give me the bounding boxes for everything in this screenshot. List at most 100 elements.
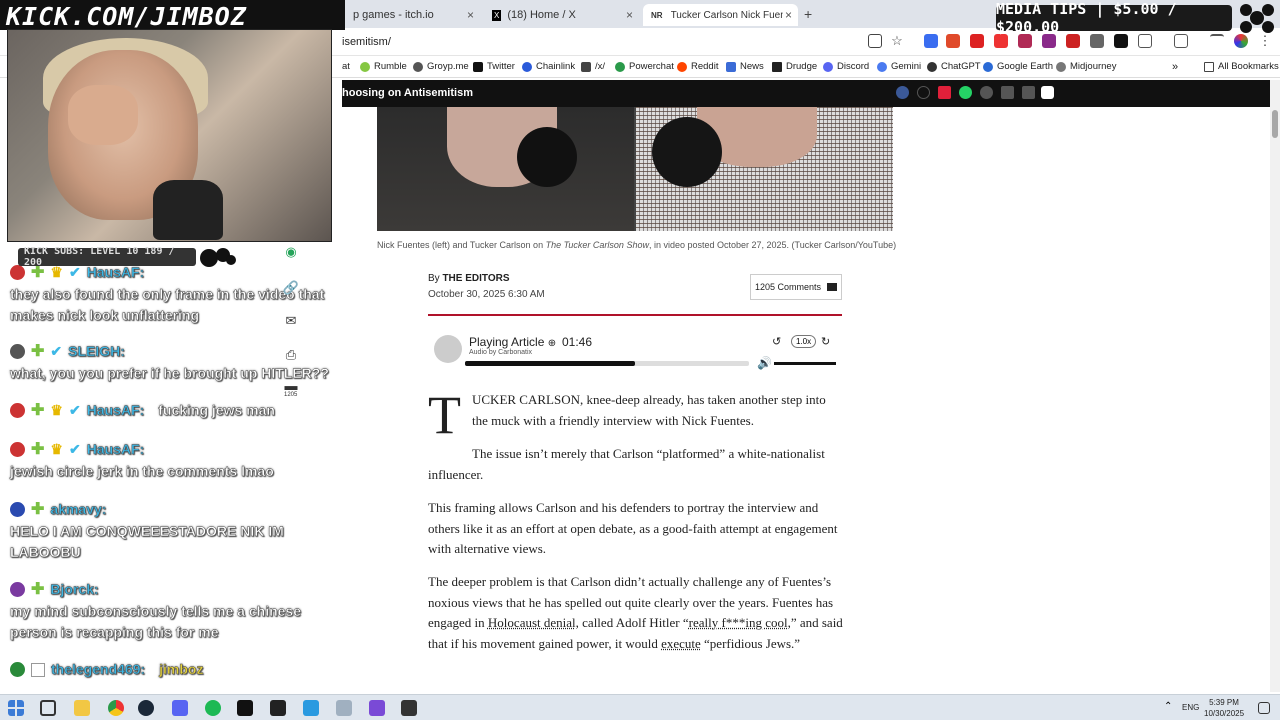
- task-view-icon[interactable]: [40, 700, 56, 716]
- reading-list-icon[interactable]: [1210, 34, 1224, 48]
- telegram-icon[interactable]: [303, 700, 319, 716]
- media-control-icon[interactable]: [1174, 34, 1188, 48]
- link-share-icon[interactable]: [980, 86, 993, 99]
- print-share-icon[interactable]: [1022, 86, 1035, 99]
- extensions-puzzle-icon[interactable]: [1138, 34, 1152, 48]
- powerchat-icon: [615, 61, 625, 72]
- install-icon[interactable]: [868, 34, 882, 48]
- chat-message-text: fucking jews man: [158, 402, 275, 418]
- language-indicator[interactable]: ENG: [1182, 703, 1199, 712]
- close-icon[interactable]: ×: [467, 8, 474, 22]
- tab-x-home[interactable]: X (18) Home / X ×: [484, 4, 639, 26]
- tray-chevron-icon[interactable]: ⌃: [1164, 701, 1172, 712]
- app-icon[interactable]: [270, 700, 286, 716]
- extension-icon[interactable]: [946, 34, 960, 48]
- execute-link[interactable]: execute: [661, 636, 701, 651]
- bookmark-star-icon[interactable]: ☆: [890, 34, 904, 48]
- rewind-icon[interactable]: ↺: [772, 335, 781, 348]
- bookmark-google-earth[interactable]: Google Earth: [983, 61, 1053, 72]
- extension-icon[interactable]: [924, 34, 938, 48]
- bookmark-drudge[interactable]: Drudge: [772, 61, 817, 72]
- tab-active-article[interactable]: NR Tucker Carlson Nick Fuentes Int ×: [643, 4, 798, 26]
- audio-progress-bar[interactable]: [465, 361, 749, 366]
- bookmark-chainlink[interactable]: Chainlink: [522, 61, 575, 72]
- new-tab-button[interactable]: +: [804, 6, 812, 22]
- discord-icon[interactable]: [172, 700, 188, 716]
- tab-itch[interactable]: p games - itch.io ×: [345, 4, 480, 26]
- bookmark-chatgpt[interactable]: ChatGPT: [927, 61, 981, 72]
- app-icon[interactable]: [401, 700, 417, 716]
- print-side-icon[interactable]: ⎙: [282, 347, 300, 365]
- email-side-icon[interactable]: ✉: [282, 313, 300, 331]
- file-explorer-icon[interactable]: [74, 700, 90, 716]
- menu-kebab-icon[interactable]: ⋮: [1258, 34, 1272, 48]
- publish-date: October 30, 2025 6:30 AM: [428, 289, 545, 300]
- clock[interactable]: 5:39 PM 10/30/2025: [1204, 697, 1244, 719]
- extension-icon[interactable]: [1066, 34, 1080, 48]
- app-icon[interactable]: [336, 700, 352, 716]
- bookmark-reddit[interactable]: Reddit: [677, 61, 718, 72]
- quote-link[interactable]: really f***ing cool: [689, 615, 788, 630]
- bookmark-powerchat[interactable]: Powerchat: [615, 61, 674, 72]
- profile-avatar-icon[interactable]: [1234, 34, 1248, 48]
- article-sticky-header: hoosing on Antisemitism: [342, 80, 1270, 107]
- whatsapp-side-icon[interactable]: ◉: [282, 244, 300, 262]
- extension-icon[interactable]: [1090, 34, 1104, 48]
- flipboard-share-icon[interactable]: [938, 86, 951, 99]
- start-menu-icon[interactable]: [8, 700, 24, 716]
- bookmark-groyp[interactable]: Groyp.me: [413, 61, 469, 72]
- facebook-share-icon[interactable]: [896, 86, 909, 99]
- spotify-icon[interactable]: [205, 700, 221, 716]
- play-pause-button[interactable]: [434, 335, 462, 363]
- extension-icon[interactable]: [994, 34, 1008, 48]
- steam-icon[interactable]: [138, 700, 154, 716]
- link-side-icon[interactable]: 🔗: [282, 280, 300, 298]
- comments-button[interactable]: 1205 Comments: [750, 274, 842, 300]
- bookmark-discord[interactable]: Discord: [823, 61, 869, 72]
- chat-username[interactable]: Bjorck:: [50, 579, 99, 600]
- chat-username[interactable]: HausAF:: [87, 439, 145, 460]
- chat-username[interactable]: akmavy:: [50, 499, 106, 520]
- bookmarks-more-button[interactable]: »: [1172, 61, 1178, 73]
- volume-icon[interactable]: 🔊: [757, 356, 772, 370]
- x-extension-icon[interactable]: [1114, 34, 1128, 48]
- youtube-extension-icon[interactable]: [970, 34, 984, 48]
- chrome-icon[interactable]: [108, 700, 124, 716]
- app-icon[interactable]: [369, 700, 385, 716]
- drop-cap: T: [428, 385, 461, 445]
- whatsapp-share-icon[interactable]: [959, 86, 972, 99]
- extension-icon[interactable]: [1042, 34, 1056, 48]
- bookmark-rumble[interactable]: Rumble: [360, 61, 407, 72]
- bookmark-twitter[interactable]: Twitter: [473, 61, 515, 72]
- chat-badge-icon: [10, 344, 25, 359]
- chat-username[interactable]: SLEIGH:: [68, 341, 125, 362]
- chat-message-header: ✚ ♛ ✔ HausAF: fucking jews man: [10, 400, 275, 421]
- volume-slider[interactable]: [774, 362, 836, 365]
- bookmark-gemini[interactable]: Gemini: [877, 61, 921, 72]
- playback-speed-button[interactable]: 1.0x: [791, 335, 817, 348]
- bookmark-midjourney[interactable]: Midjourney: [1056, 61, 1116, 72]
- chat-username[interactable]: thelegend469:: [51, 659, 146, 680]
- byline: By THE EDITORS: [428, 273, 510, 284]
- url-text[interactable]: isemitism/: [342, 36, 391, 48]
- bookmark-item[interactable]: at: [342, 61, 350, 72]
- all-bookmarks-button[interactable]: All Bookmarks: [1204, 61, 1279, 72]
- info-icon[interactable]: ⊕: [548, 338, 556, 349]
- author-link[interactable]: THE EDITORS: [442, 273, 509, 284]
- photo-microphone: [652, 117, 722, 187]
- notifications-icon[interactable]: [1258, 702, 1270, 714]
- bookmark-x-board[interactable]: /x/: [581, 61, 605, 72]
- forward-icon[interactable]: ↻: [821, 335, 830, 348]
- bookmark-news[interactable]: News: [726, 61, 764, 72]
- chat-username[interactable]: HausAF:: [87, 400, 145, 421]
- comment-share-icon[interactable]: [1041, 86, 1054, 99]
- close-icon[interactable]: ×: [785, 8, 792, 22]
- app-icon[interactable]: [237, 700, 253, 716]
- page-scrollbar[interactable]: [1270, 80, 1280, 692]
- close-icon[interactable]: ×: [626, 8, 633, 22]
- email-share-icon[interactable]: [1001, 86, 1014, 99]
- extension-icon[interactable]: [1018, 34, 1032, 48]
- holocaust-denial-link[interactable]: Holocaust denial: [488, 615, 576, 630]
- scrollbar-thumb[interactable]: [1272, 110, 1278, 138]
- x-share-icon[interactable]: [917, 86, 930, 99]
